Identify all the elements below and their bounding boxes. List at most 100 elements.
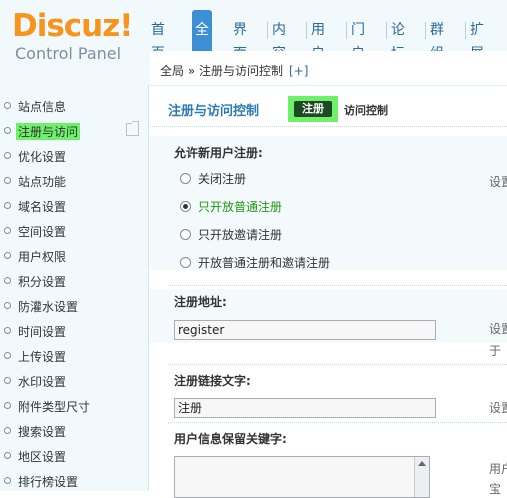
discuz-logo[interactable]: Discuz! Control Panel	[12, 6, 142, 66]
bullet-icon	[4, 152, 11, 159]
sidebar-item-label: 积分设置	[18, 275, 67, 289]
topnav-item[interactable]: 扩展	[467, 18, 487, 62]
sidebar-item[interactable]: 上传设置	[0, 344, 148, 369]
textarea-scrollbar[interactable]	[414, 457, 429, 497]
radio-label: 只开放普通注册	[198, 200, 283, 214]
topnav-item[interactable]: 全局	[192, 10, 212, 78]
sidebar-item-label: 空间设置	[18, 225, 67, 239]
bullet-icon	[4, 377, 11, 384]
bullet-icon	[4, 277, 11, 284]
keep-keywords-textarea[interactable]	[174, 456, 430, 498]
sidebar-item[interactable]: 站点信息	[0, 94, 148, 119]
bullet-icon	[4, 427, 11, 434]
sidebar-item-label: 站点功能	[18, 175, 67, 189]
hint-allow-register: 设置	[489, 175, 507, 189]
topnav-separator	[386, 22, 387, 39]
hint-keep-keywords-2: 宝	[489, 482, 502, 496]
sidebar-item-label: 时间设置	[18, 325, 67, 339]
sidebar-item[interactable]: 空间设置	[0, 219, 148, 244]
sidebar-item[interactable]: 站点功能	[0, 169, 148, 194]
label-keep-keywords: 用户信息保留关键字:	[174, 432, 287, 446]
radio-button[interactable]	[180, 257, 191, 268]
tab-access-control[interactable]: 访问控制	[344, 102, 388, 118]
bullet-icon	[4, 302, 11, 309]
sidebar-item-label: 用户权限	[18, 250, 67, 264]
page-title: 注册与访问控制	[168, 104, 260, 119]
sidebar-item[interactable]: 时间设置	[0, 319, 148, 344]
main-panel: 注册与访问控制 注册 访问控制 允许新用户注册: 关闭注册只开放普通注册 只开放邀…	[150, 86, 507, 498]
topnav-separator	[306, 22, 307, 39]
label-register-link-text: 注册链接文字:	[174, 374, 251, 388]
divider	[168, 422, 507, 423]
breadcrumb-add-button[interactable]: [+]	[289, 64, 308, 78]
radio-button[interactable]	[180, 201, 191, 212]
radio-button[interactable]	[180, 173, 191, 184]
header: Discuz! Control Panel 首页全局界面内容用户门户论坛群组扩展…	[0, 0, 507, 86]
label-register-url: 注册地址:	[174, 295, 227, 309]
sidebar-item[interactable]: 搜索设置	[0, 419, 148, 444]
divider	[168, 285, 507, 286]
sidebar-item[interactable]: 注册与访问	[0, 119, 148, 144]
topnav-item[interactable]: 门户	[348, 18, 368, 62]
bullet-icon	[4, 202, 11, 209]
bullet-icon	[4, 352, 11, 359]
breadcrumb-text: 全局 » 注册与访问控制	[160, 64, 283, 78]
radio-button[interactable]	[180, 229, 191, 240]
tab-register[interactable]: 注册	[294, 101, 332, 117]
hint-register-url: 设置	[489, 322, 507, 336]
sub-navigation: 注册与访问控制 注册 访问控制	[150, 86, 507, 127]
topnav-separator	[346, 22, 347, 39]
topnav-item[interactable]: 用户	[308, 18, 328, 62]
radio-label: 开放普通注册和邀请注册	[198, 256, 331, 270]
bullet-icon	[4, 252, 11, 259]
sidebar-item[interactable]: 地区设置	[0, 444, 148, 469]
open-in-new-window-icon[interactable]	[126, 121, 139, 136]
sidebar: 站点信息注册与访问优化设置站点功能域名设置空间设置用户权限积分设置防灌水设置时间…	[0, 85, 149, 491]
sidebar-item-label: 上传设置	[18, 350, 67, 364]
bullet-icon	[4, 227, 11, 234]
topnav-separator	[465, 22, 466, 39]
topnav-separator	[425, 22, 426, 39]
sidebar-item[interactable]: 域名设置	[0, 194, 148, 219]
topnav-item[interactable]: 论坛	[388, 18, 408, 62]
sidebar-item[interactable]: 积分设置	[0, 269, 148, 294]
sidebar-item-label: 地区设置	[18, 450, 67, 464]
bullet-icon	[4, 127, 11, 134]
topnav-separator	[267, 22, 268, 39]
divider	[168, 364, 507, 365]
radio-label: 关闭注册	[198, 172, 247, 186]
register-url-input[interactable]: register	[174, 320, 436, 340]
sidebar-item-label: 水印设置	[18, 375, 67, 389]
hint-keep-keywords: 用户	[489, 462, 507, 476]
logo-title: Discuz!	[12, 8, 133, 44]
hint-register-link-text: 设置	[489, 401, 507, 415]
scroll-up-arrow-icon[interactable]	[418, 461, 426, 466]
register-link-text-input[interactable]: 注册	[174, 398, 436, 418]
sidebar-item[interactable]: 防灌水设置	[0, 294, 148, 319]
topnav-item[interactable]: 群组	[427, 18, 447, 62]
sidebar-item[interactable]: 水印设置	[0, 369, 148, 394]
sidebar-item-label: 排行榜设置	[18, 475, 79, 489]
bullet-icon	[4, 177, 11, 184]
sidebar-item[interactable]: 附件类型尺寸	[0, 394, 148, 419]
sidebar-item-label: 注册与访问	[16, 123, 81, 140]
topnav-item[interactable]: 界面	[230, 18, 250, 62]
sidebar-item[interactable]: 排行榜设置	[0, 469, 148, 494]
topnav-item[interactable]: 内容	[269, 18, 289, 62]
radio-label: 只开放邀请注册	[198, 228, 283, 242]
sidebar-item-label: 搜索设置	[18, 425, 67, 439]
hint-register-url-2: 于	[489, 344, 502, 358]
bullet-icon	[4, 477, 11, 484]
topnav-item[interactable]: 首页	[148, 18, 168, 62]
sidebar-item-label: 防灌水设置	[18, 300, 79, 314]
sidebar-item[interactable]: 优化设置	[0, 144, 148, 169]
sidebar-item-label: 附件类型尺寸	[18, 400, 91, 414]
sidebar-item-label: 站点信息	[18, 100, 67, 114]
bullet-icon	[4, 452, 11, 459]
label-allow-register: 允许新用户注册:	[174, 146, 263, 160]
sidebar-item-label: 优化设置	[18, 150, 67, 164]
breadcrumb-bar: 全局 » 注册与访问控制 [+]	[150, 51, 507, 86]
breadcrumb: 全局 » 注册与访问控制 [+]	[160, 62, 308, 79]
bullet-icon	[4, 102, 11, 109]
sidebar-item[interactable]: 用户权限	[0, 244, 148, 269]
